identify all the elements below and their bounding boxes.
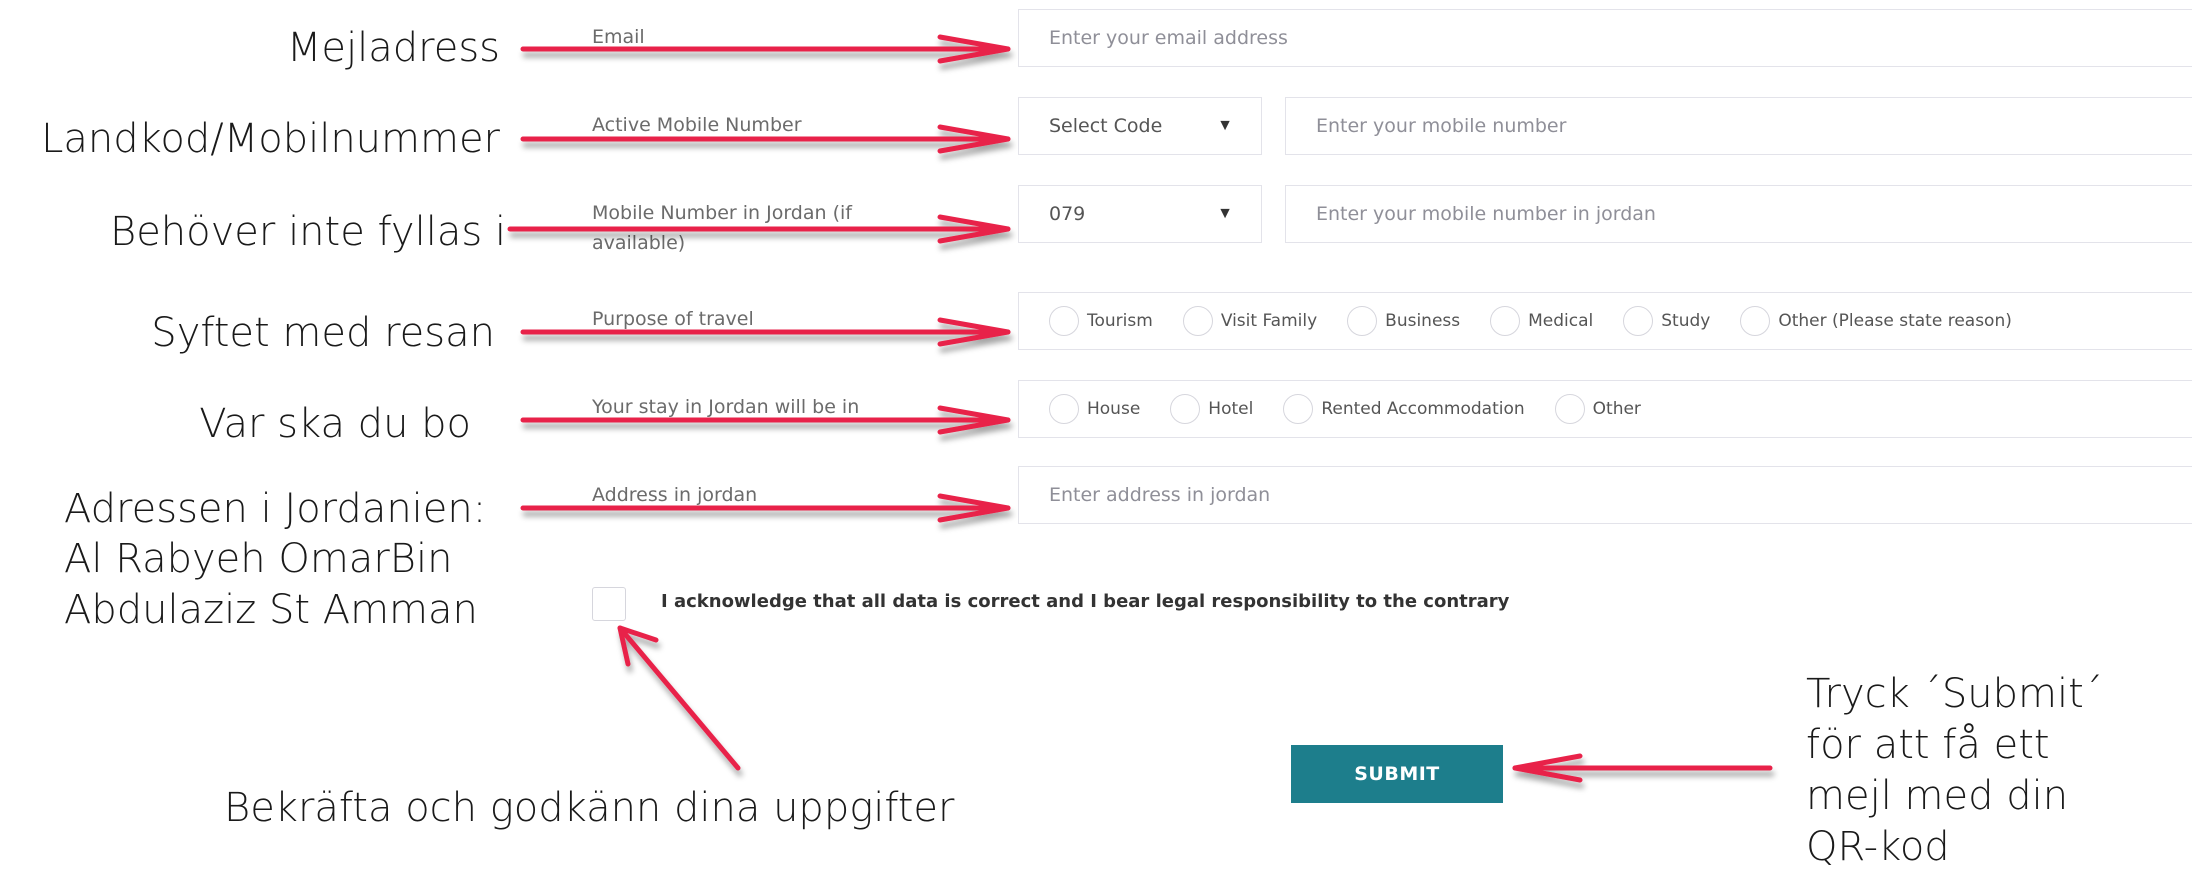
arrow-purpose: [520, 317, 1011, 347]
arrow-address: [520, 493, 1011, 523]
arrow-email: [520, 34, 1011, 64]
arrow-confirm: [617, 625, 741, 771]
arrow-submit: [1512, 753, 1773, 783]
arrow-mobile: [520, 124, 1011, 154]
arrow-jordan-mobile: [507, 214, 1011, 244]
annotation-arrows: [507, 34, 1773, 783]
arrow-stay: [520, 405, 1011, 435]
